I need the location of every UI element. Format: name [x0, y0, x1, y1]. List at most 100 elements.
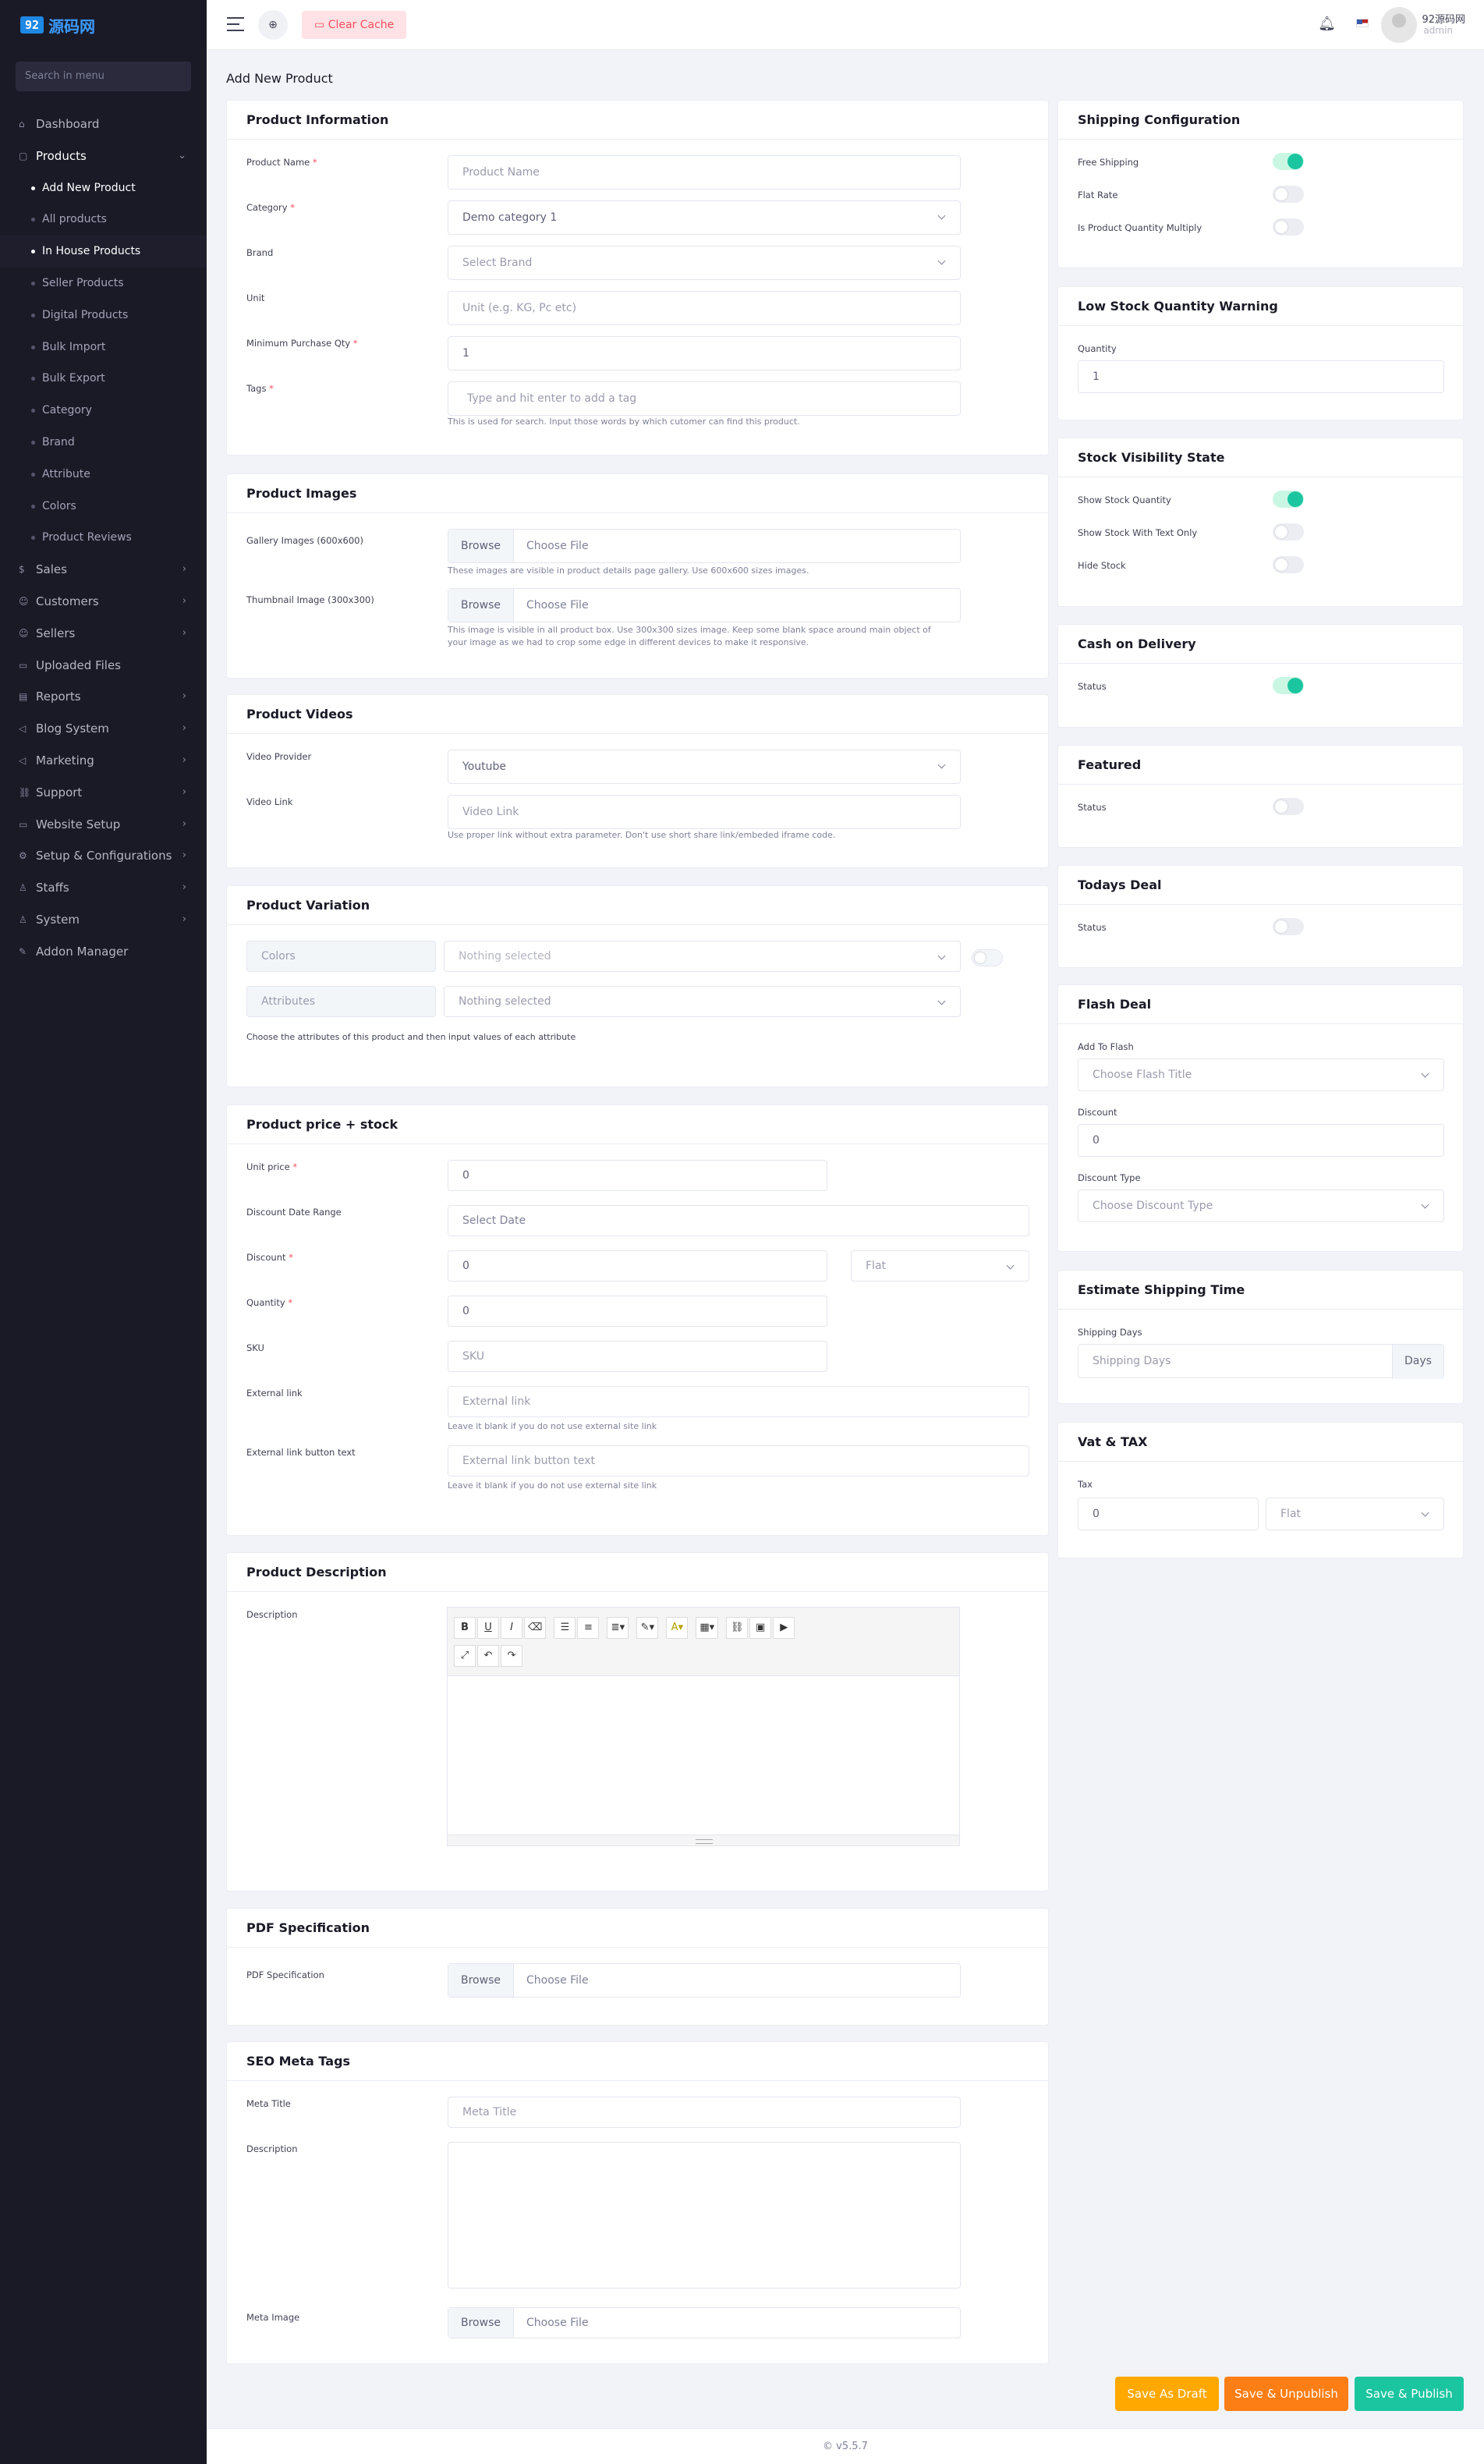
sidebar-subitem-all-products[interactable]: All products [0, 204, 207, 236]
sidebar-item-addon-manager[interactable]: ✎ Addon Manager [0, 936, 207, 968]
fullscreen-icon[interactable]: ⤢ [454, 1645, 476, 1667]
save-unpublish-button[interactable]: Save & Unpublish [1224, 2377, 1348, 2411]
tax-input[interactable]: 0 [1078, 1498, 1259, 1530]
sku-input[interactable]: SKU [448, 1341, 827, 1372]
meta-description-textarea[interactable] [448, 2142, 961, 2289]
rich-text-editor[interactable]: B U I ⌫ ☰ ≡ ≣▾ ✎▾ A▾ ▦▾ ⛓ ▣ ▶ ⤢ ↶ ↷ [447, 1607, 960, 1846]
unit-price-input[interactable]: 0 [448, 1160, 827, 1191]
quantity-input[interactable]: 0 [448, 1296, 827, 1327]
video-provider-select[interactable]: Youtube [448, 750, 961, 784]
italic-icon[interactable]: I [501, 1617, 522, 1639]
sidebar-subitem-brand[interactable]: Brand [0, 427, 207, 459]
gallery-file-input[interactable]: Browse Choose File [448, 529, 961, 563]
date-range-input[interactable]: Select Date [448, 1205, 1029, 1236]
external-button-input[interactable]: External link button text [448, 1445, 1029, 1477]
min-qty-input[interactable]: 1 [448, 336, 961, 370]
clear-cache-button[interactable]: ▭ Clear Cache [302, 11, 407, 39]
hide-stock-toggle[interactable] [1273, 556, 1304, 573]
featured-status-toggle[interactable] [1273, 798, 1304, 815]
video-icon[interactable]: ▶ [773, 1617, 795, 1639]
magic-icon[interactable]: ✎▾ [636, 1617, 659, 1639]
unordered-list-icon[interactable]: ☰ [554, 1617, 576, 1639]
browse-button[interactable]: Browse [448, 589, 514, 622]
sidebar-subitem-seller-products[interactable]: Seller Products [0, 268, 207, 300]
sidebar-item-website-setup[interactable]: ▭ Website Setup › [0, 809, 207, 841]
ordered-list-icon[interactable]: ≡ [577, 1617, 600, 1639]
hamburger-menu-icon[interactable] [227, 17, 244, 31]
meta-title-input[interactable]: Meta Title [448, 2097, 961, 2128]
attributes-select[interactable]: Nothing selected [444, 986, 961, 1017]
sidebar-item-sales[interactable]: $ Sales › [0, 554, 207, 586]
bold-icon[interactable]: B [454, 1617, 476, 1639]
redo-icon[interactable]: ↷ [501, 1645, 522, 1667]
sidebar-item-uploaded-files[interactable]: ▭ Uploaded Files [0, 650, 207, 682]
todays-deal-status-toggle[interactable] [1273, 918, 1304, 935]
thumbnail-file-input[interactable]: Browse Choose File [448, 588, 961, 622]
sidebar-subitem-attribute[interactable]: Attribute [0, 459, 207, 491]
image-icon[interactable]: ▣ [749, 1617, 772, 1639]
underline-icon[interactable]: U [477, 1617, 499, 1639]
logo[interactable]: 92 源码网 [0, 0, 207, 50]
sidebar-subitem-product-reviews[interactable]: Product Reviews [0, 522, 207, 554]
sidebar-subitem-add-new-product[interactable]: Add New Product [0, 172, 207, 204]
sidebar-item-customers[interactable]: ☺ Customers › [0, 586, 207, 618]
tags-input[interactable]: Type and hit enter to add a tag [448, 381, 961, 416]
flash-title-select[interactable]: Choose Flash Title [1078, 1058, 1444, 1091]
sidebar-item-blog-system[interactable]: ◁ Blog System › [0, 713, 207, 745]
product-name-input[interactable]: Product Name [448, 155, 961, 190]
quantity-multiply-toggle[interactable] [1273, 218, 1304, 236]
pdf-file-input[interactable]: Browse Choose File [448, 1963, 961, 1998]
globe-icon[interactable]: ⊕ [258, 10, 288, 40]
avatar[interactable] [1381, 7, 1417, 43]
colors-toggle[interactable] [972, 949, 1003, 966]
align-icon[interactable]: ≣▾ [607, 1617, 629, 1639]
low-stock-quantity-input[interactable]: 1 [1078, 360, 1444, 393]
brand-select[interactable]: Select Brand [448, 246, 961, 280]
sidebar-item-support[interactable]: ⛓ Support › [0, 777, 207, 809]
sidebar-subitem-colors[interactable]: Colors [0, 491, 207, 523]
flash-discount-type-select[interactable]: Choose Discount Type [1078, 1189, 1444, 1222]
free-shipping-toggle[interactable] [1273, 153, 1304, 170]
editor-resize-handle[interactable] [448, 1835, 959, 1845]
category-select[interactable]: Demo category 1 [448, 200, 961, 235]
colors-select[interactable]: Nothing selected [444, 941, 1003, 972]
bell-icon[interactable]: 🔔︎ [1318, 16, 1336, 32]
sidebar-subitem-bulk-export[interactable]: Bulk Export [0, 363, 207, 395]
sidebar-subitem-category[interactable]: Category [0, 395, 207, 427]
discount-input[interactable]: 0 [448, 1250, 827, 1282]
sidebar-item-system[interactable]: ♙ System › [0, 904, 207, 936]
editor-content-area[interactable] [448, 1676, 959, 1824]
undo-icon[interactable]: ↶ [477, 1645, 499, 1667]
link-icon[interactable]: ⛓ [726, 1617, 749, 1639]
sidebar-item-sellers[interactable]: ☺ Sellers › [0, 618, 207, 650]
tax-type-select[interactable]: Flat [1266, 1498, 1444, 1530]
sidebar-item-products[interactable]: ▢ Products ⌄ [0, 140, 207, 172]
discount-type-select[interactable]: Flat [851, 1250, 1029, 1282]
show-stock-quantity-toggle[interactable] [1273, 491, 1304, 508]
font-color-icon[interactable]: A▾ [666, 1617, 689, 1639]
meta-image-file-input[interactable]: Browse Choose File [448, 2307, 961, 2338]
us-flag-icon[interactable] [1356, 19, 1369, 27]
sidebar-subitem-digital-products[interactable]: Digital Products [0, 300, 207, 331]
show-stock-text-toggle[interactable] [1273, 523, 1304, 541]
video-link-input[interactable]: Video Link [448, 795, 961, 829]
save-as-draft-button[interactable]: Save As Draft [1115, 2377, 1219, 2411]
sidebar-item-staffs[interactable]: ♙ Staffs › [0, 872, 207, 904]
sidebar-subitem-in-house-products[interactable]: In House Products [0, 236, 207, 268]
save-publish-button[interactable]: Save & Publish [1355, 2377, 1464, 2411]
sidebar-item-setup-configurations[interactable]: ⚙ Setup & Configurations › [0, 840, 207, 872]
sidebar-item-marketing[interactable]: ◁ Marketing › [0, 745, 207, 777]
browse-button[interactable]: Browse [448, 2308, 514, 2338]
sidebar-item-dashboard[interactable]: ⌂ Dashboard [0, 108, 207, 140]
sidebar-subitem-bulk-import[interactable]: Bulk Import [0, 331, 207, 363]
cod-status-toggle[interactable] [1273, 677, 1304, 694]
flat-rate-toggle[interactable] [1273, 186, 1304, 203]
shipping-days-input[interactable]: Shipping Days Days [1078, 1344, 1444, 1379]
flash-discount-input[interactable]: 0 [1078, 1124, 1444, 1157]
table-icon[interactable]: ▦▾ [696, 1617, 719, 1639]
unit-input[interactable]: Unit (e.g. KG, Pc etc) [448, 291, 961, 325]
browse-button[interactable]: Browse [448, 530, 514, 562]
browse-button[interactable]: Browse [448, 1964, 514, 1997]
sidebar-search-input[interactable]: Search in menu [16, 62, 191, 91]
sidebar-item-reports[interactable]: ▤ Reports › [0, 681, 207, 713]
